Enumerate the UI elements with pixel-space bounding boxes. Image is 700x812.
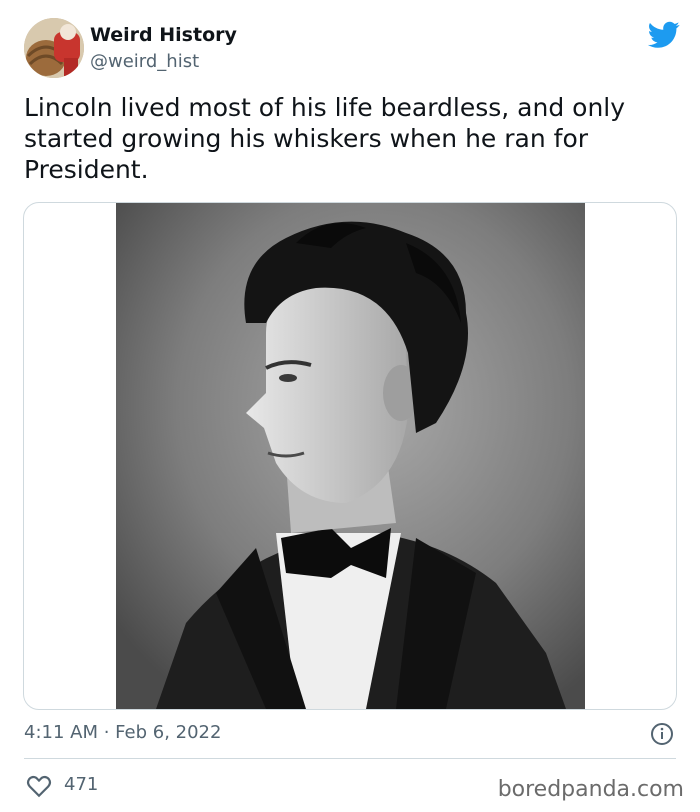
- media-card[interactable]: [23, 202, 677, 710]
- tweet-text: Lincoln lived most of his life beardless…: [24, 93, 626, 184]
- like-count: 471: [64, 774, 99, 795]
- tweet-header: Weird History @weird_hist: [24, 18, 680, 80]
- avatar-image: [24, 18, 84, 78]
- display-name[interactable]: Weird History: [90, 24, 237, 46]
- twitter-bird-icon[interactable]: [648, 21, 680, 49]
- tweet-timestamp[interactable]: 4:11 AM · Feb 6, 2022: [24, 722, 221, 743]
- user-handle[interactable]: @weird_hist: [90, 51, 199, 72]
- watermark: boredpanda.com: [497, 777, 684, 802]
- avatar[interactable]: [24, 18, 84, 78]
- heart-icon[interactable]: [26, 774, 52, 798]
- info-icon[interactable]: [650, 722, 674, 746]
- portrait-photo: [116, 203, 585, 709]
- divider: [24, 758, 676, 759]
